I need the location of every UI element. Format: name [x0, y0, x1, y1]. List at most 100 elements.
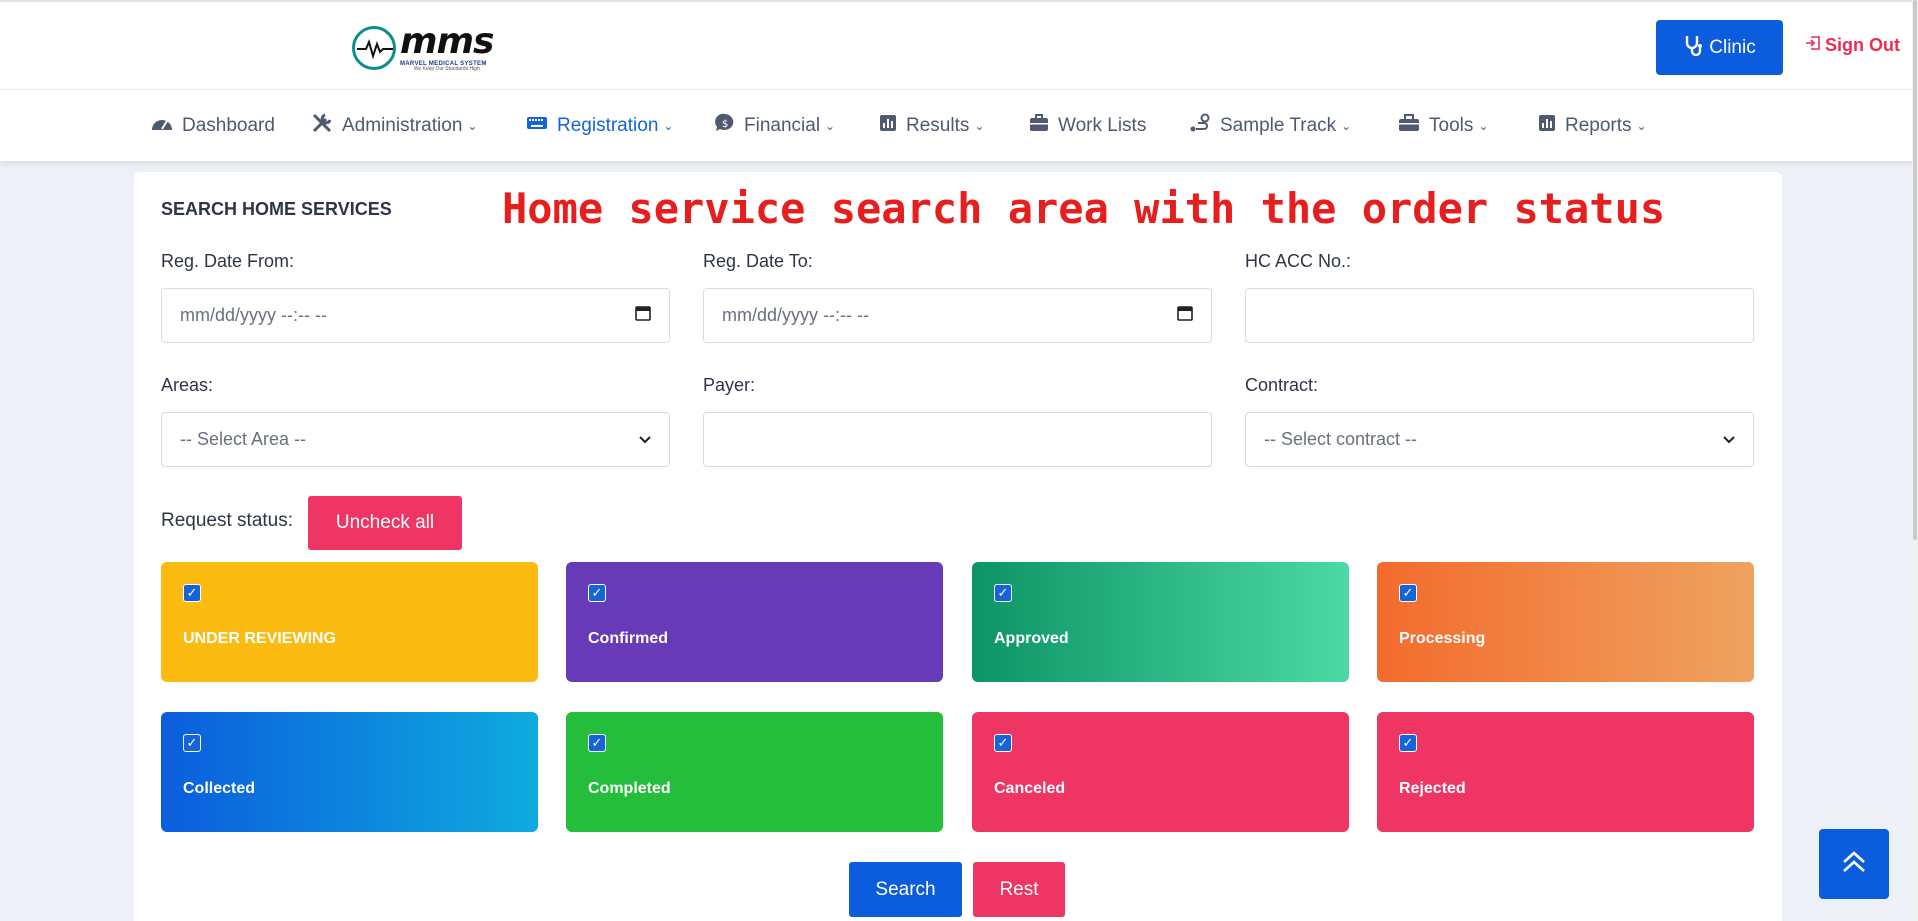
nav-reports[interactable]: Reports ⌄	[1538, 90, 1647, 161]
nav-tools[interactable]: Tools ⌄	[1398, 90, 1488, 161]
nav-label: Administration	[342, 114, 463, 136]
status-label: Confirmed	[588, 630, 668, 647]
chart-icon	[1538, 114, 1556, 138]
contract-label: Contract:	[1245, 375, 1319, 395]
scroll-to-top-button[interactable]	[1819, 829, 1889, 899]
nav-financial[interactable]: $ Financial ⌄	[715, 90, 835, 161]
nav-label: Dashboard	[182, 114, 275, 136]
status-card-processing[interactable]: ✓ Processing	[1377, 562, 1754, 682]
toolbox-icon	[1398, 113, 1420, 138]
uncheck-all-button[interactable]: Uncheck all	[308, 496, 462, 550]
chevron-down-icon: ⌄	[663, 118, 674, 133]
tools-icon	[311, 112, 333, 140]
reset-button[interactable]: Rest	[973, 862, 1065, 917]
chevron-down-icon: ⌄	[1478, 118, 1489, 133]
nav-results[interactable]: Results ⌄	[879, 90, 984, 161]
status-checkbox[interactable]: ✓	[1399, 584, 1417, 602]
status-checkbox[interactable]: ✓	[588, 734, 606, 752]
reg-date-from-input[interactable]: mm/dd/yyyy --:-- --	[161, 288, 670, 343]
areas-label: Areas:	[161, 375, 214, 395]
reg-date-to-label: Reg. Date To:	[703, 251, 813, 271]
status-checkbox[interactable]: ✓	[183, 584, 201, 602]
logo-wordmark: mms	[400, 21, 494, 62]
status-label: Completed	[588, 780, 671, 797]
chevron-down-icon: ⌄	[974, 118, 985, 133]
status-checkbox[interactable]: ✓	[1399, 734, 1417, 752]
status-card-rejected[interactable]: ✓ Rejected	[1377, 712, 1754, 832]
status-label: Processing	[1399, 630, 1486, 647]
chevron-down-icon	[639, 431, 651, 449]
status-checkbox[interactable]: ✓	[994, 734, 1012, 752]
money-chat-icon: $	[715, 113, 735, 139]
hc-acc-label: HC ACC No.:	[1245, 251, 1352, 271]
status-card-under-reviewing[interactable]: ✓ UNDER REVIEWING	[161, 562, 538, 682]
page-title: SEARCH HOME SERVICES	[161, 199, 392, 219]
clinic-label: Clinic	[1709, 36, 1756, 58]
chevron-down-icon	[1723, 431, 1735, 449]
contract-selected-value: -- Select contract --	[1264, 429, 1418, 449]
dashboard-gauge-icon	[151, 114, 173, 138]
chevron-down-icon: ⌄	[1341, 118, 1352, 133]
areas-selected-value: -- Select Area --	[180, 429, 307, 449]
svg-text:$: $	[722, 119, 728, 130]
status-checkbox[interactable]: ✓	[588, 584, 606, 602]
mms-logo[interactable]: mms MARVEL MEDICAL SYSTEM We Keep Our St…	[352, 21, 494, 72]
nav-dashboard[interactable]: Dashboard	[151, 90, 275, 161]
chevron-down-icon: ⌄	[1636, 118, 1647, 133]
sign-out-icon	[1805, 35, 1821, 56]
nav-label: Sample Track	[1220, 114, 1337, 136]
search-home-services-panel: SEARCH HOME SERVICES Home service search…	[134, 172, 1782, 921]
chart-icon	[879, 114, 897, 138]
nav-label: Registration	[557, 114, 659, 136]
reg-date-from-label: Reg. Date From:	[161, 251, 295, 271]
keyboard-icon	[526, 115, 548, 137]
nav-registration[interactable]: Registration ⌄	[526, 90, 673, 161]
reg-date-to-input[interactable]: mm/dd/yyyy --:-- --	[703, 288, 1212, 343]
status-label: Canceled	[994, 780, 1066, 797]
contract-select[interactable]: -- Select contract --	[1245, 412, 1754, 467]
nav-work-lists[interactable]: Work Lists	[1029, 90, 1146, 161]
chevron-down-icon: ⌄	[825, 118, 836, 133]
nav-administration[interactable]: Administration ⌄	[311, 90, 477, 161]
hc-acc-input[interactable]	[1245, 288, 1754, 343]
payer-input[interactable]	[703, 412, 1212, 467]
reg-date-from-placeholder: mm/dd/yyyy --:-- --	[180, 305, 327, 325]
status-label: UNDER REVIEWING	[183, 630, 336, 647]
status-card-completed[interactable]: ✓ Completed	[566, 712, 943, 832]
calendar-icon[interactable]	[1177, 305, 1193, 326]
status-card-confirmed[interactable]: ✓ Confirmed	[566, 562, 943, 682]
annotation-caption: Home service search area with the order …	[502, 184, 1666, 233]
nav-sample-track[interactable]: Sample Track ⌄	[1189, 90, 1351, 161]
request-status-label: Request status:	[161, 510, 294, 531]
search-button[interactable]: Search	[849, 862, 962, 917]
status-label: Approved	[994, 630, 1069, 647]
nav-label: Financial	[744, 114, 821, 136]
calendar-icon[interactable]	[635, 305, 651, 326]
double-chevron-up-icon	[1842, 850, 1866, 878]
nav-label: Results	[906, 114, 970, 136]
scrollbar-thumb[interactable]	[1913, 0, 1917, 540]
top-header: mms MARVEL MEDICAL SYSTEM We Keep Our St…	[0, 0, 1918, 90]
route-icon	[1189, 113, 1211, 139]
nav-label: Tools	[1429, 114, 1474, 136]
status-label: Rejected	[1399, 780, 1466, 797]
reg-date-to-placeholder: mm/dd/yyyy --:-- --	[722, 305, 869, 325]
nav-label: Reports	[1565, 114, 1632, 136]
stethoscope-icon	[1683, 34, 1703, 62]
status-card-canceled[interactable]: ✓ Canceled	[972, 712, 1349, 832]
payer-label: Payer:	[703, 375, 756, 395]
briefcase-icon	[1029, 113, 1049, 138]
chevron-down-icon: ⌄	[467, 118, 478, 133]
sign-out-link[interactable]: Sign Out	[1805, 35, 1900, 56]
status-checkbox[interactable]: ✓	[183, 734, 201, 752]
main-navigation: Dashboard Administration ⌄ Registration …	[0, 90, 1918, 161]
status-card-approved[interactable]: ✓ Approved	[972, 562, 1349, 682]
status-checkbox[interactable]: ✓	[994, 584, 1012, 602]
areas-select[interactable]: -- Select Area --	[161, 412, 670, 467]
logo-tagline: We Keep Our Standards High	[413, 66, 480, 72]
nav-label: Work Lists	[1058, 114, 1147, 136]
status-card-collected[interactable]: ✓ Collected	[161, 712, 538, 832]
heartbeat-logo-icon	[352, 26, 396, 70]
clinic-button[interactable]: Clinic	[1656, 20, 1783, 75]
sign-out-label: Sign Out	[1825, 35, 1900, 55]
